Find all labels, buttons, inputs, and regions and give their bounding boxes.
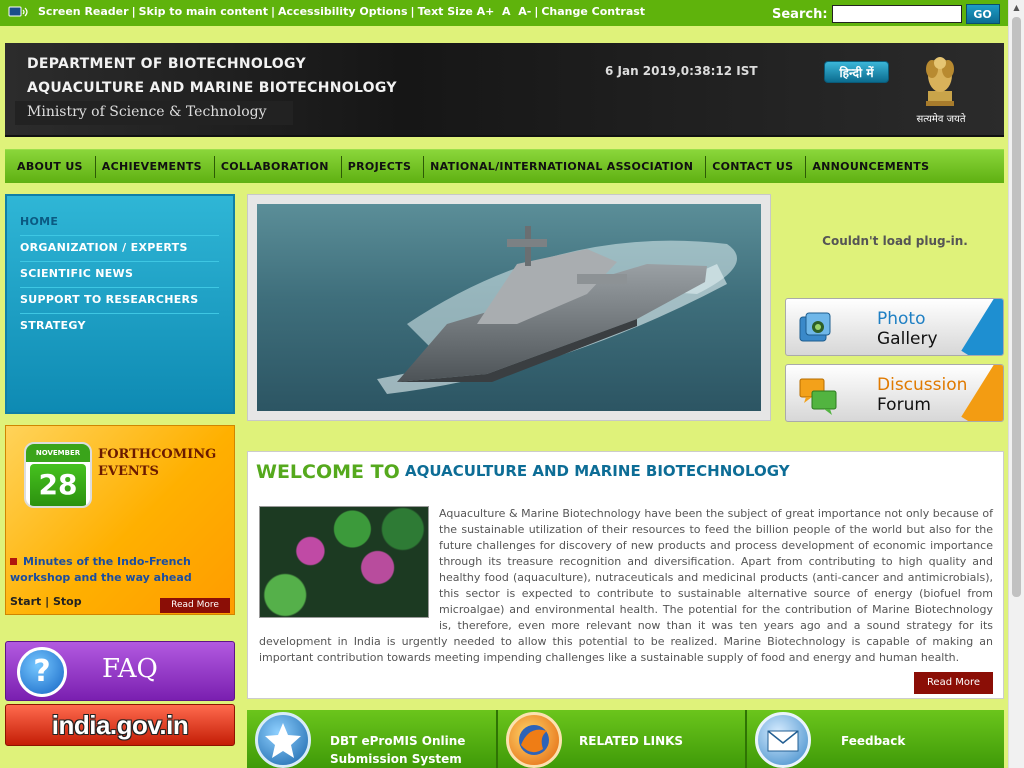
- accessibility-options-link[interactable]: Accessibility Options: [278, 5, 408, 18]
- accessibility-links: Screen Reader | Skip to main content | Acc…: [8, 5, 645, 18]
- event-item[interactable]: Minutes of the Indo-French workshop and …: [10, 554, 230, 586]
- related-links-tile[interactable]: RELATED LINKS: [498, 710, 747, 768]
- welcome-body: Aquaculture & Marine Biotechnology have …: [259, 507, 993, 664]
- side-menu-support-to-researchers[interactable]: SUPPORT TO RESEARCHERS: [20, 288, 219, 314]
- national-emblem-icon: [920, 51, 960, 109]
- events-start-button[interactable]: Start: [10, 595, 41, 608]
- bullet-icon: [10, 558, 17, 565]
- epromis-tile[interactable]: DBT eProMIS Online Submission System: [247, 710, 498, 768]
- firefox-globe-icon: [506, 712, 562, 768]
- text-size-increase-link[interactable]: Text Size A+: [418, 5, 495, 18]
- discussion-forum-label-2: Forum: [877, 395, 931, 415]
- calendar-icon: NOVEMBER 28: [24, 442, 92, 508]
- search-input[interactable]: [831, 5, 962, 23]
- events-ticker-controls: Start | Stop: [10, 595, 82, 608]
- side-menu-scientific-news[interactable]: SCIENTIFIC NEWS: [20, 262, 219, 288]
- question-mark-icon: ?: [17, 647, 67, 697]
- welcome-subheading: AQUACULTURE AND MARINE BIOTECHNOLOGY: [405, 462, 790, 480]
- scroll-up-arrow-icon[interactable]: ▲: [1009, 0, 1024, 16]
- side-menu-organization-experts[interactable]: ORGANIZATION / EXPERTS: [20, 236, 219, 262]
- emblem-motto: सत्यमेव जयते: [916, 114, 966, 125]
- nav-announcements[interactable]: ANNOUNCEMENTS: [806, 156, 941, 178]
- skip-to-content-link[interactable]: Skip to main content: [139, 5, 268, 18]
- accessibility-bar: Screen Reader | Skip to main content | Acc…: [0, 0, 1008, 26]
- envelope-icon: [755, 712, 811, 768]
- discussion-forum-label-1: Discussion: [877, 375, 968, 395]
- related-links-label: RELATED LINKS: [579, 734, 684, 748]
- search-go-button[interactable]: GO: [965, 4, 1000, 24]
- scrollbar-thumb[interactable]: [1012, 17, 1021, 597]
- welcome-section: WELCOME TO AQUACULTURE AND MARINE BIOTEC…: [247, 451, 1004, 699]
- epromis-label-2: Submission System: [330, 752, 462, 766]
- nav-achievements[interactable]: ACHIEVEMENTS: [96, 155, 215, 178]
- epromis-label-1: DBT eProMIS Online: [330, 734, 466, 748]
- feedback-tile[interactable]: Feedback: [747, 710, 1004, 768]
- feedback-label: Feedback: [841, 734, 906, 748]
- nav-collaboration[interactable]: COLLABORATION: [215, 155, 342, 178]
- side-menu-strategy[interactable]: STRATEGY: [20, 314, 219, 340]
- vertical-scrollbar[interactable]: ▲: [1008, 0, 1024, 768]
- department-title: DEPARTMENT OF BIOTECHNOLOGY: [27, 56, 306, 72]
- camera-icon: [796, 307, 836, 351]
- text-size-normal-link[interactable]: A: [502, 5, 511, 18]
- india-gov-label: india.gov.in: [51, 710, 189, 740]
- division-title: AQUACULTURE AND MARINE BIOTECHNOLOGY: [27, 80, 397, 96]
- ship-photo: [257, 204, 761, 411]
- ministry-title: Ministry of Science & Technology: [15, 101, 293, 125]
- side-menu: HOME ORGANIZATION / EXPERTS SCIENTIFIC N…: [5, 194, 235, 414]
- nav-national-international-association[interactable]: NATIONAL/INTERNATIONAL ASSOCIATION: [424, 155, 707, 178]
- screen-reader-icon: [8, 6, 32, 18]
- welcome-read-more-button[interactable]: Read More: [914, 672, 993, 694]
- slideshow-frame: [247, 194, 771, 421]
- change-contrast-link[interactable]: Change Contrast: [541, 5, 645, 18]
- events-title: FORTHCOMING EVENTS: [98, 447, 217, 479]
- events-read-more-button[interactable]: Read More: [160, 598, 230, 613]
- star-icon: [255, 712, 311, 768]
- plugin-error-message: Couldn't load plug-in.: [822, 234, 968, 248]
- side-menu-home[interactable]: HOME: [20, 210, 219, 236]
- forthcoming-events-panel: NOVEMBER 28 FORTHCOMING EVENTS Minutes o…: [5, 425, 235, 615]
- chat-bubbles-icon: [796, 373, 840, 421]
- bottom-tiles: DBT eProMIS Online Submission System REL…: [247, 710, 1004, 768]
- search-label: Search:: [772, 6, 828, 22]
- main-nav: ABOUT US ACHIEVEMENTS COLLABORATION PROJ…: [5, 149, 1004, 183]
- welcome-heading: WELCOME TO: [256, 461, 400, 483]
- text-size-decrease-link[interactable]: A-: [518, 5, 531, 18]
- hindi-language-button[interactable]: हिन्दी में: [824, 61, 889, 83]
- nav-contact-us[interactable]: CONTACT US: [706, 155, 807, 178]
- search-area: Search: GO: [772, 4, 1000, 24]
- nav-about-us[interactable]: ABOUT US: [11, 155, 96, 178]
- nav-projects[interactable]: PROJECTS: [342, 155, 425, 178]
- photo-gallery-button[interactable]: Photo Gallery: [785, 298, 1004, 356]
- india-gov-banner[interactable]: india.gov.in: [5, 704, 235, 746]
- discussion-forum-button[interactable]: Discussion Forum: [785, 364, 1004, 422]
- site-header: DEPARTMENT OF BIOTECHNOLOGY AQUACULTURE …: [5, 43, 1004, 137]
- faq-banner[interactable]: ? FAQ: [5, 641, 235, 701]
- photo-gallery-label-2: Gallery: [877, 329, 938, 349]
- photo-gallery-label-1: Photo: [877, 309, 926, 329]
- faq-label: FAQ: [102, 654, 158, 684]
- screen-reader-link[interactable]: Screen Reader: [38, 5, 129, 18]
- events-stop-button[interactable]: Stop: [53, 595, 82, 608]
- current-datetime: 6 Jan 2019,0:38:12 IST: [605, 64, 758, 78]
